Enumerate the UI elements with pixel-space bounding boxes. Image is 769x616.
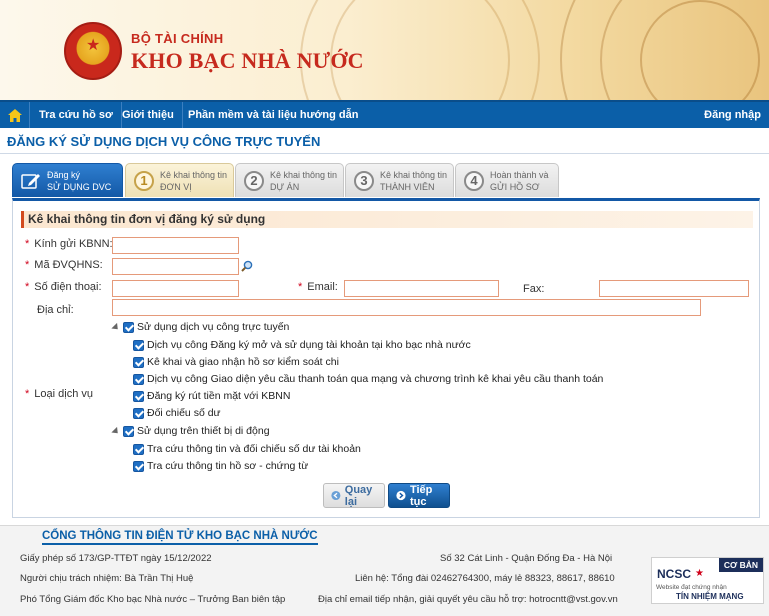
edit-icon bbox=[21, 174, 40, 189]
step-sublabel: THÀNH VIÊN bbox=[380, 182, 435, 192]
required-mark: * bbox=[25, 388, 30, 400]
step-number: 4 bbox=[464, 171, 484, 191]
step-number: 1 bbox=[134, 171, 154, 191]
service-type-label: * Loại dịch vụ bbox=[25, 388, 93, 400]
fax-input[interactable] bbox=[599, 280, 749, 297]
checkbox-icon bbox=[133, 390, 144, 402]
service-checkbox[interactable]: Dịch vụ công Đăng ký mở và sử dụng tài k… bbox=[133, 339, 471, 351]
checkbox-icon bbox=[133, 356, 144, 368]
step-label: Đăng ký bbox=[47, 170, 81, 180]
step-thanh-vien[interactable]: 3 Kê khai thông tin THÀNH VIÊN bbox=[345, 163, 454, 197]
main-nav: Tra cứu hồ sơ Giới thiệu Phần mềm và tài… bbox=[0, 100, 769, 128]
checkbox-icon bbox=[133, 460, 144, 472]
login-link[interactable]: Đăng nhập bbox=[704, 102, 761, 128]
mobile-services-checkbox[interactable]: Sử dụng trên thiết bị di động bbox=[111, 425, 270, 437]
email-label: * Email: bbox=[298, 281, 338, 293]
service-checkbox[interactable]: Tra cứu thông tin và đối chiếu số dư tài… bbox=[133, 443, 361, 455]
service-checkbox[interactable]: Tra cứu thông tin hồ sơ - chứng từ bbox=[133, 460, 308, 472]
required-mark: * bbox=[25, 238, 30, 250]
phone-input[interactable] bbox=[112, 280, 239, 297]
section-title: Kê khai thông tin đơn vị đăng ký sử dụng bbox=[21, 211, 753, 228]
kbnn-label: * Kính gửi KBNN: bbox=[25, 238, 113, 250]
badge-org: NCSC bbox=[657, 567, 692, 581]
required-mark: * bbox=[25, 259, 30, 271]
checkbox-icon bbox=[133, 407, 144, 419]
badge-line2: TÍN NHIỆM MẠNG bbox=[676, 592, 744, 601]
address-label: Địa chỉ: bbox=[37, 304, 74, 316]
expand-icon[interactable] bbox=[111, 322, 121, 332]
step-gui-ho-so[interactable]: 4 Hoàn thành và GỬI HỒ SƠ bbox=[455, 163, 559, 197]
step-du-an[interactable]: 2 Kê khai thông tin DỰ ÁN bbox=[235, 163, 344, 197]
checkbox-icon bbox=[123, 425, 134, 437]
search-icon[interactable] bbox=[241, 260, 253, 272]
address-input[interactable] bbox=[112, 299, 701, 316]
footer-responsible: Người chịu trách nhiệm: Bà Trần Thị Huệ bbox=[20, 573, 194, 584]
phone-label: * Số điện thoại: bbox=[25, 281, 102, 293]
checkbox-icon bbox=[133, 373, 144, 385]
divider bbox=[0, 153, 769, 154]
dvqhns-label: * Mã ĐVQHNS: bbox=[25, 259, 103, 271]
arrow-left-icon bbox=[331, 490, 341, 501]
badge-line1: Website đạt chứng nhận bbox=[656, 584, 727, 591]
footer-deputy: Phó Tổng Giám đốc Kho bạc Nhà nước – Trư… bbox=[20, 594, 286, 605]
kbnn-logo[interactable]: ★ bbox=[64, 22, 122, 80]
home-icon bbox=[7, 108, 22, 122]
step-number: 3 bbox=[354, 171, 374, 191]
step-sublabel: ĐƠN VỊ bbox=[160, 182, 192, 192]
checkbox-icon bbox=[123, 321, 134, 333]
footer-address: Số 32 Cát Linh - Quận Đống Đa - Hà Nội bbox=[440, 553, 613, 564]
back-button[interactable]: Quay lại bbox=[323, 483, 385, 508]
step-don-vi[interactable]: 1 Kê khai thông tin ĐƠN VỊ bbox=[125, 163, 234, 197]
service-checkbox[interactable]: Đăng ký rút tiền mặt với KBNN bbox=[133, 390, 290, 402]
kbnn-input[interactable] bbox=[112, 237, 239, 254]
nav-item-tra-cuu[interactable]: Tra cứu hồ sơ bbox=[31, 102, 122, 128]
fax-label: Fax: bbox=[523, 283, 545, 295]
star-icon: ★ bbox=[695, 568, 704, 579]
nav-item-gioi-thieu[interactable]: Giới thiệu bbox=[114, 102, 183, 128]
checkbox-icon bbox=[133, 443, 144, 455]
step-label: Kê khai thông tin bbox=[380, 170, 448, 180]
arrow-right-icon bbox=[396, 490, 406, 501]
page-title: ĐĂNG KÝ SỬ DỤNG DỊCH VỤ CÔNG TRỰC TUYẾN bbox=[7, 134, 321, 149]
ncsc-badge[interactable]: CƠ BẢN NCSC ★ Website đạt chứng nhận TÍN… bbox=[651, 557, 764, 604]
step-label: Kê khai thông tin bbox=[160, 170, 228, 180]
next-button[interactable]: Tiếp tục bbox=[388, 483, 450, 508]
dvqhns-input[interactable] bbox=[112, 258, 239, 275]
footer-title[interactable]: CỔNG THÔNG TIN ĐIỆN TỬ KHO BẠC NHÀ NƯỚC bbox=[42, 530, 318, 545]
agency-name: KHO BẠC NHÀ NƯỚC bbox=[131, 48, 364, 73]
expand-icon[interactable] bbox=[111, 426, 121, 436]
home-button[interactable] bbox=[0, 102, 30, 128]
step-sublabel: SỬ DỤNG DVC bbox=[47, 182, 112, 192]
footer-email: Địa chỉ email tiếp nhận, giải quyết yêu … bbox=[318, 594, 618, 605]
checkbox-icon bbox=[133, 339, 144, 351]
ministry-name: BỘ TÀI CHÍNH bbox=[131, 31, 224, 46]
footer-contact: Liên hệ: Tổng đài 02462764300, máy lẻ 88… bbox=[355, 573, 615, 584]
step-label: Kê khai thông tin bbox=[270, 170, 338, 180]
step-sublabel: GỬI HỒ SƠ bbox=[490, 182, 540, 192]
service-checkbox[interactable]: Kê khai và giao nhận hồ sơ kiểm soát chi bbox=[133, 356, 339, 368]
step-number: 2 bbox=[244, 171, 264, 191]
email-input[interactable] bbox=[344, 280, 499, 297]
step-dang-ky[interactable]: Đăng ký SỬ DỤNG DVC bbox=[12, 163, 123, 197]
online-services-checkbox[interactable]: Sử dụng dịch vụ công trực tuyến bbox=[111, 321, 289, 333]
footer-license: Giấy phép số 173/GP-TTĐT ngày 15/12/2022 bbox=[20, 553, 212, 564]
required-mark: * bbox=[25, 281, 30, 293]
service-checkbox[interactable]: Dịch vụ công Giao diện yêu cầu thanh toá… bbox=[133, 373, 603, 385]
required-mark: * bbox=[298, 281, 303, 293]
nav-item-phan-mem[interactable]: Phần mềm và tài liệu hướng dẫn bbox=[180, 102, 366, 128]
badge-tier: CƠ BẢN bbox=[719, 558, 763, 572]
service-checkbox[interactable]: Đối chiếu số dư bbox=[133, 407, 221, 419]
star-icon: ★ bbox=[86, 37, 101, 54]
step-sublabel: DỰ ÁN bbox=[270, 182, 300, 192]
step-label: Hoàn thành và bbox=[490, 170, 549, 180]
